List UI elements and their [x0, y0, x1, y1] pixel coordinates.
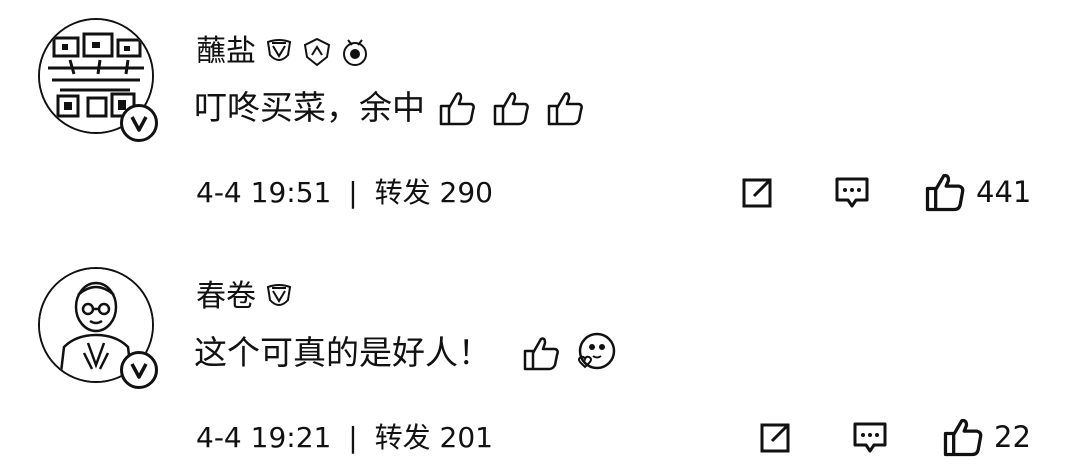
meta-separator: |	[348, 176, 358, 209]
comment-item: 春卷 这个可真的是好人！ 4-4 19:21 | 转发 201 22	[0, 237, 1080, 474]
username[interactable]: 蘸盐	[196, 34, 370, 70]
medal-icon	[340, 37, 370, 67]
thumbs-up-emoji	[543, 86, 587, 130]
meta-separator: |	[348, 421, 358, 454]
timestamp: 4-4 19:51	[196, 176, 332, 209]
comment-text: 叮咚买菜，余中	[194, 88, 425, 127]
like-count: 22	[994, 420, 1031, 454]
username-text: 蘸盐	[196, 34, 256, 69]
verified-icon	[120, 351, 158, 389]
repost-count: 201	[439, 421, 493, 454]
comment-button[interactable]	[834, 172, 870, 212]
comment-icon	[835, 177, 869, 208]
repost-label[interactable]: 转发	[375, 421, 431, 454]
repost-count: 290	[439, 176, 493, 209]
username[interactable]: 春卷	[196, 279, 294, 315]
comment-button[interactable]	[852, 417, 888, 457]
edit-icon	[742, 178, 772, 208]
comment-meta: 4-4 19:21 | 转发 201	[196, 421, 493, 455]
heart-face-emoji	[573, 331, 617, 375]
username-text: 春卷	[196, 279, 256, 314]
thumbs-up-emoji	[519, 331, 563, 375]
thumbs-up-icon	[943, 418, 983, 457]
thumbs-up-icon	[925, 173, 965, 212]
like-button[interactable]: 22	[942, 417, 1031, 457]
comment-item: 蘸盐 叮咚买菜，余中 4-4 19:51 | 转发 290 441	[0, 0, 1080, 237]
comment-icon	[853, 422, 887, 453]
comment-text-row: 这个可真的是好人！	[194, 331, 617, 375]
thumbs-up-emoji	[435, 86, 479, 130]
edit-button[interactable]	[740, 172, 776, 212]
repost-label[interactable]: 转发	[375, 176, 431, 209]
thumbs-up-emoji	[489, 86, 533, 130]
edit-button[interactable]	[758, 417, 794, 457]
comment-text-row: 叮咚买菜，余中	[194, 86, 587, 130]
like-count: 441	[976, 175, 1032, 209]
shield-crest-icon	[264, 37, 294, 67]
like-button[interactable]: 441	[924, 172, 1031, 212]
verified-icon	[120, 104, 158, 142]
edit-icon	[760, 423, 790, 453]
timestamp: 4-4 19:21	[196, 421, 332, 454]
comment-text: 这个可真的是好人！	[194, 333, 491, 372]
shield-crest-icon	[264, 282, 294, 312]
comment-meta: 4-4 19:51 | 转发 290	[196, 176, 493, 210]
shield-badge-icon	[302, 37, 332, 67]
